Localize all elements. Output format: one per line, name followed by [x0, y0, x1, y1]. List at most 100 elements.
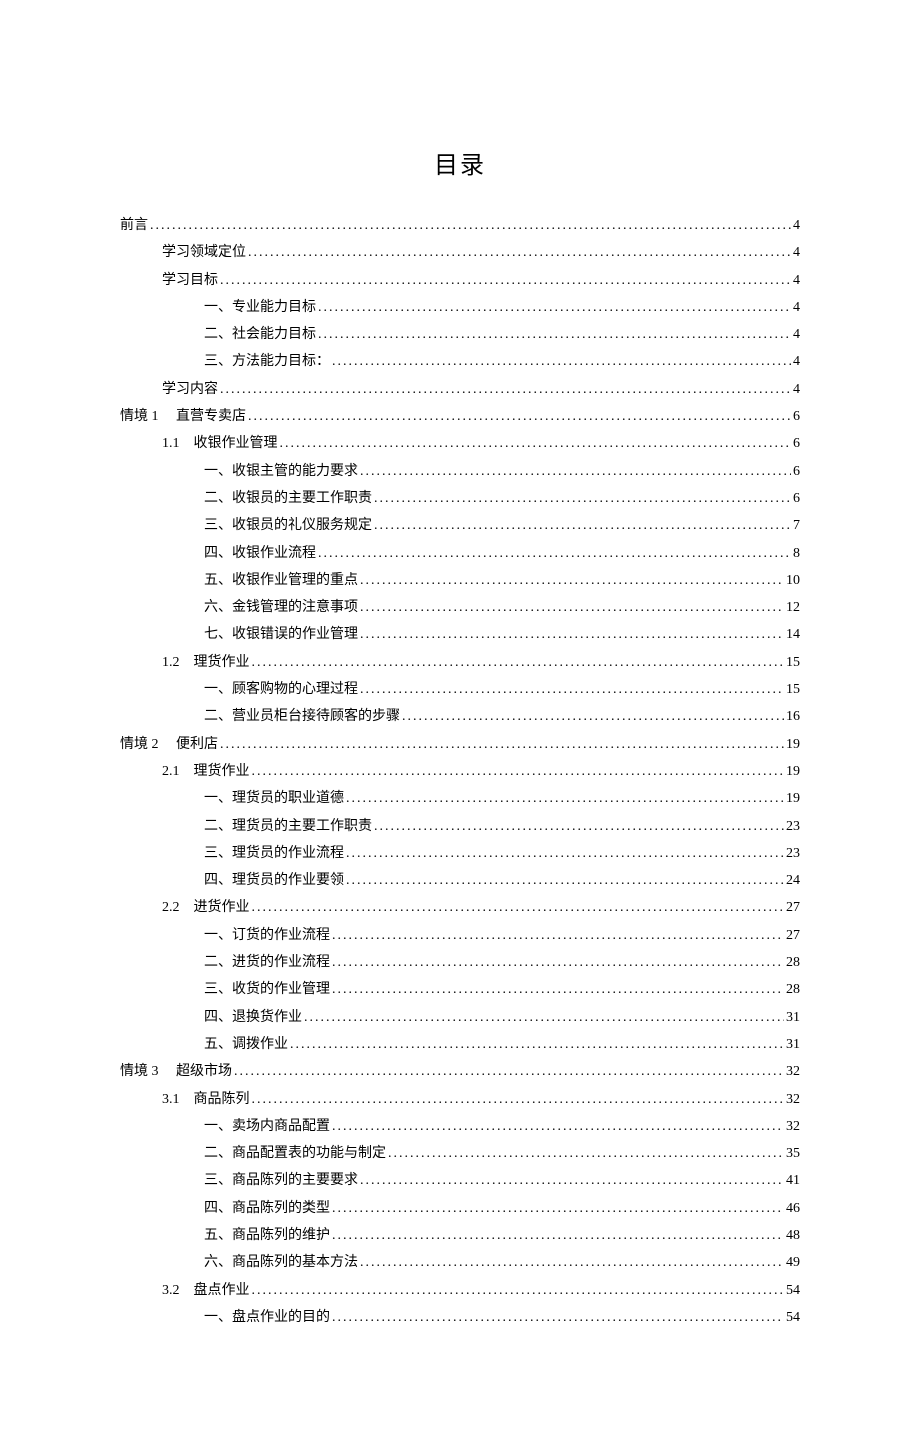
toc-entry-label: 3.2 盘点作业: [162, 1277, 250, 1304]
toc-leader-dots: [360, 567, 784, 594]
toc-entry-label: 一、顾客购物的心理过程: [204, 676, 358, 703]
toc-entry-label: 五、收银作业管理的重点: [204, 567, 358, 594]
toc-entry-label: 一、理货员的职业道德: [204, 785, 344, 812]
toc-entry-page: 8: [793, 540, 800, 567]
toc-entry: 1.2 理货作业15: [120, 649, 800, 676]
toc-leader-dots: [252, 649, 785, 676]
toc-entry: 情境 3 超级市场32: [120, 1058, 800, 1085]
toc-entry-label: 二、社会能力目标: [204, 321, 316, 348]
toc-entry-page: 32: [786, 1086, 800, 1113]
toc-entry-page: 19: [786, 731, 800, 758]
toc-entry-page: 31: [786, 1004, 800, 1031]
toc-leader-dots: [374, 485, 791, 512]
toc-leader-dots: [360, 594, 784, 621]
toc-entry: 四、商品陈列的类型46: [120, 1195, 800, 1222]
toc-entry-page: 23: [786, 840, 800, 867]
toc-container: 前言4学习领域定位4学习目标4一、专业能力目标4二、社会能力目标4三、方法能力目…: [120, 212, 800, 1331]
toc-leader-dots: [332, 1113, 784, 1140]
toc-leader-dots: [360, 458, 791, 485]
toc-entry: 二、理货员的主要工作职责23: [120, 813, 800, 840]
toc-entry: 1.1 收银作业管理6: [120, 430, 800, 457]
toc-entry: 三、商品陈列的主要要求41: [120, 1167, 800, 1194]
toc-entry-label: 1.2 理货作业: [162, 649, 250, 676]
toc-entry-label: 学习目标: [162, 267, 218, 294]
toc-entry-label: 2.1 理货作业: [162, 758, 250, 785]
toc-entry-label: 情境 3 超级市场: [120, 1058, 232, 1085]
toc-entry: 五、商品陈列的维护48: [120, 1222, 800, 1249]
toc-entry-page: 6: [793, 430, 800, 457]
toc-entry: 三、理货员的作业流程23: [120, 840, 800, 867]
toc-leader-dots: [252, 758, 785, 785]
toc-entry-page: 19: [786, 785, 800, 812]
toc-entry-page: 6: [793, 403, 800, 430]
toc-entry-page: 6: [793, 485, 800, 512]
toc-entry: 二、商品配置表的功能与制定35: [120, 1140, 800, 1167]
toc-entry: 一、收银主管的能力要求6: [120, 458, 800, 485]
toc-leader-dots: [248, 403, 791, 430]
toc-entry-label: 情境 2 便利店: [120, 731, 218, 758]
toc-entry-page: 28: [786, 976, 800, 1003]
toc-entry-page: 4: [793, 212, 800, 239]
toc-entry-label: 一、专业能力目标: [204, 294, 316, 321]
toc-leader-dots: [374, 512, 791, 539]
toc-entry: 五、收银作业管理的重点10: [120, 567, 800, 594]
toc-leader-dots: [280, 430, 792, 457]
toc-leader-dots: [360, 676, 784, 703]
toc-entry-label: 六、金钱管理的注意事项: [204, 594, 358, 621]
toc-entry: 3.2 盘点作业 54: [120, 1277, 800, 1304]
toc-title: 目录: [120, 145, 800, 180]
toc-entry: 情境 1 直营专卖店 6: [120, 403, 800, 430]
toc-entry-label: 学习内容: [162, 376, 218, 403]
toc-entry: 三、收货的作业管理28: [120, 976, 800, 1003]
document-page: 目录 前言4学习领域定位4学习目标4一、专业能力目标4二、社会能力目标4三、方法…: [0, 0, 920, 1431]
toc-entry-page: 12: [786, 594, 800, 621]
toc-entry-page: 28: [786, 949, 800, 976]
toc-entry: 前言4: [120, 212, 800, 239]
toc-entry-label: 四、收银作业流程: [204, 540, 316, 567]
toc-entry-page: 4: [793, 294, 800, 321]
toc-leader-dots: [234, 1058, 784, 1085]
toc-entry-page: 4: [793, 348, 800, 375]
toc-entry-label: 四、退换货作业: [204, 1004, 302, 1031]
toc-leader-dots: [290, 1031, 784, 1058]
toc-entry: 三、方法能力目标：4: [120, 348, 800, 375]
toc-entry: 2.2 进货作业 27: [120, 894, 800, 921]
toc-entry-page: 54: [786, 1277, 800, 1304]
toc-entry-page: 46: [786, 1195, 800, 1222]
toc-leader-dots: [374, 813, 784, 840]
toc-entry: 学习目标 4: [120, 267, 800, 294]
toc-entry: 二、社会能力目标4: [120, 321, 800, 348]
toc-entry: 情境 2 便利店 19: [120, 731, 800, 758]
toc-leader-dots: [318, 540, 791, 567]
toc-entry-label: 五、商品陈列的维护: [204, 1222, 330, 1249]
toc-entry: 一、订货的作业流程27: [120, 922, 800, 949]
toc-entry-page: 32: [786, 1113, 800, 1140]
toc-entry-label: 二、进货的作业流程: [204, 949, 330, 976]
toc-entry: 学习内容 4: [120, 376, 800, 403]
toc-entry-label: 二、收银员的主要工作职责: [204, 485, 372, 512]
toc-entry: 二、营业员柜台接待顾客的步骤16: [120, 703, 800, 730]
toc-entry: 七、收银错误的作业管理14: [120, 621, 800, 648]
toc-entry-label: 2.2 进货作业: [162, 894, 250, 921]
toc-leader-dots: [360, 1249, 784, 1276]
toc-leader-dots: [388, 1140, 784, 1167]
toc-leader-dots: [252, 894, 785, 921]
toc-entry: 四、退换货作业 31: [120, 1004, 800, 1031]
toc-entry-page: 4: [793, 267, 800, 294]
toc-entry-label: 情境 1 直营专卖店: [120, 403, 246, 430]
toc-entry-page: 16: [786, 703, 800, 730]
toc-entry: 一、理货员的职业道德 19: [120, 785, 800, 812]
toc-entry-page: 7: [793, 512, 800, 539]
toc-leader-dots: [332, 1304, 784, 1331]
toc-entry: 五、调拨作业31: [120, 1031, 800, 1058]
toc-entry-page: 4: [793, 376, 800, 403]
toc-leader-dots: [220, 267, 791, 294]
toc-entry-page: 27: [786, 894, 800, 921]
toc-entry: 六、金钱管理的注意事项 12: [120, 594, 800, 621]
toc-entry-page: 31: [786, 1031, 800, 1058]
toc-entry: 三、收银员的礼仪服务规定7: [120, 512, 800, 539]
toc-entry-label: 四、理货员的作业要领: [204, 867, 344, 894]
toc-entry: 一、盘点作业的目的54: [120, 1304, 800, 1331]
toc-entry-label: 学习领域定位: [162, 239, 246, 266]
toc-entry-page: 6: [793, 458, 800, 485]
